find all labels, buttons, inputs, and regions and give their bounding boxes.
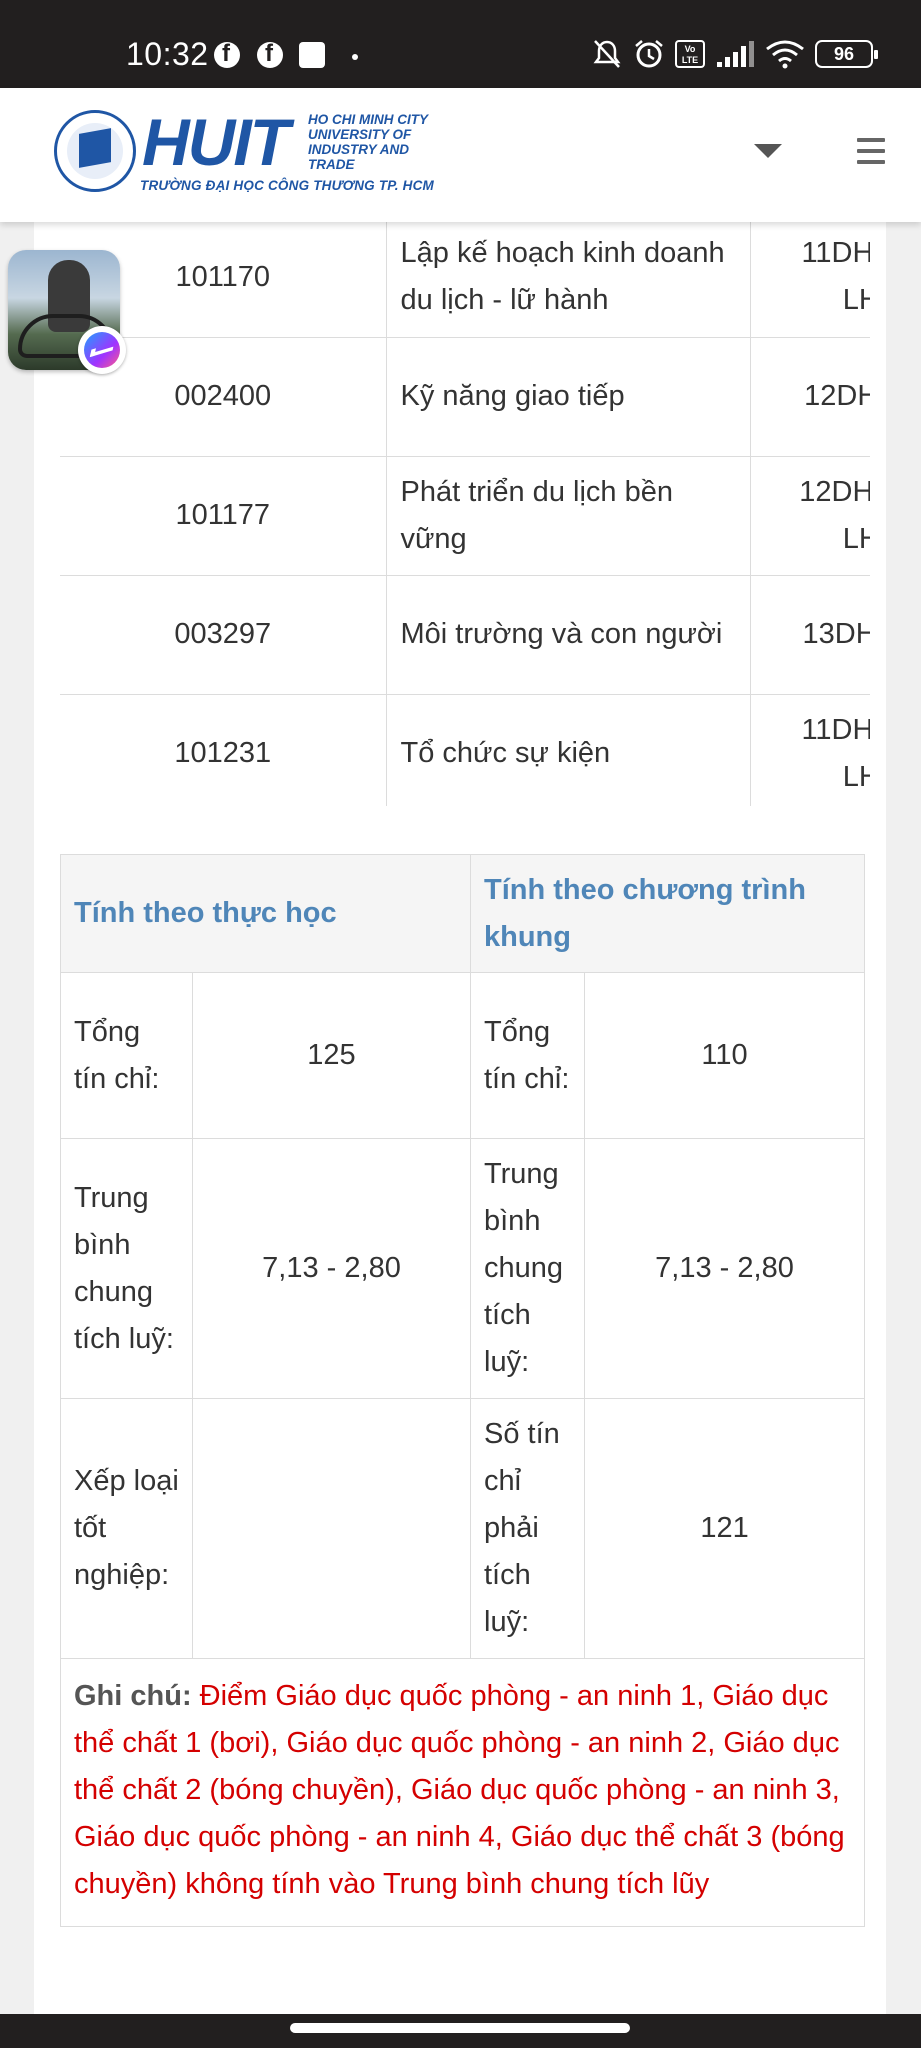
table-row: 101177 Phát triển du lịch bền vững 12DHQ… (60, 456, 870, 576)
dropdown-caret-icon[interactable] (754, 144, 782, 158)
status-time: 10:32 (126, 36, 209, 72)
menu-icon[interactable] (857, 138, 885, 164)
logo-vietnamese-name: TRƯỜNG ĐẠI HỌC CÔNG THƯƠNG TP. HCM (140, 178, 434, 193)
summary-label: Trung bình chung tích luỹ: (470, 1138, 585, 1399)
battery-icon: 96 (815, 40, 878, 68)
table-row: 101170 Lập kế hoạch kinh doanh du lịch -… (60, 222, 870, 338)
table-row: 002400 Kỹ năng giao tiếp 12DHT (60, 337, 870, 457)
svg-text:Vo: Vo (685, 44, 696, 54)
messenger-icon (78, 326, 126, 374)
course-code: 101177 (60, 456, 387, 576)
logo-seal-icon (54, 110, 136, 192)
course-table-wrap[interactable]: 101170 Lập kế hoạch kinh doanh du lịch -… (60, 222, 870, 806)
course-class: 12DHT (750, 337, 870, 457)
course-name: Phát triển du lịch bền vững (386, 456, 751, 576)
summary-label: Trung bình chung tích luỹ: (60, 1138, 193, 1399)
course-table: 101170 Lập kế hoạch kinh doanh du lịch -… (60, 222, 870, 806)
summary-value: 7,13 - 2,80 (583, 1138, 866, 1399)
signal-icon (717, 41, 754, 67)
course-code: 003297 (60, 575, 387, 695)
notification-square-icon (299, 42, 325, 68)
credit-summary-table: Tính theo thực học Tính theo chương trìn… (59, 854, 866, 1927)
note-label: Ghi chú: (74, 1680, 192, 1712)
volte-icon: VoLTE (675, 40, 705, 68)
svg-text:LTE: LTE (682, 55, 698, 65)
facebook-icon (214, 40, 240, 68)
summary-label: Số tín chỉ phải tích luỹ: (470, 1398, 585, 1659)
navigation-bar (0, 2014, 921, 2048)
note-text: Điểm Giáo dục quốc phòng - an ninh 1, Gi… (74, 1680, 845, 1900)
dot-icon (352, 54, 358, 60)
summary-value (192, 1398, 471, 1659)
status-bar: 10:32 VoLTE 96 (0, 0, 921, 88)
home-indicator[interactable] (290, 2023, 630, 2033)
facebook-icon (257, 40, 283, 68)
table-row: 003297 Môi trường và con người 13DHS (60, 575, 870, 695)
course-code: 101231 (60, 694, 387, 806)
course-name: Môi trường và con người (386, 575, 751, 695)
summary-label: Tổng tín chỉ: (470, 972, 585, 1139)
logo-text: HUIT (142, 105, 290, 179)
huit-logo[interactable]: HUIT HO CHI MINH CITY UNIVERSITY OF INDU… (54, 102, 474, 202)
course-name: Lập kế hoạch kinh doanh du lịch - lữ hàn… (386, 222, 751, 338)
content-card: 101170 Lập kế hoạch kinh doanh du lịch -… (34, 222, 886, 2014)
logo-english-name: HO CHI MINH CITY UNIVERSITY OF INDUSTRY … (308, 112, 428, 172)
wifi-icon (766, 40, 804, 69)
summary-label: Tổng tín chỉ: (60, 972, 193, 1139)
course-class: 11DHQLH2 (750, 694, 870, 806)
status-right-icons: Vo LTE 96 (591, 38, 878, 70)
mute-icon (593, 40, 621, 68)
summary-value: 110 (583, 972, 866, 1139)
course-class: 13DHS (750, 575, 870, 695)
course-name: Tổ chức sự kiện (386, 694, 751, 806)
course-name: Kỹ năng giao tiếp (386, 337, 751, 457)
summary-value: 7,13 - 2,80 (192, 1138, 471, 1399)
alarm-icon (635, 40, 663, 68)
curriculum-header: Tính theo chương trình khung (469, 854, 866, 973)
table-row: 101231 Tổ chức sự kiện 11DHQLH2 (60, 694, 870, 806)
course-class: 11DHQLH2 (750, 222, 870, 338)
site-header: HUIT HO CHI MINH CITY UNIVERSITY OF INDU… (0, 88, 921, 222)
actual-study-header: Tính theo thực học (60, 854, 471, 973)
summary-value: 125 (192, 972, 471, 1139)
summary-label: Xếp loại tốt nghiệp: (60, 1398, 193, 1659)
note-cell: Ghi chú: Điểm Giáo dục quốc phòng - an n… (59, 1658, 866, 1927)
summary-value: 121 (583, 1398, 866, 1659)
course-class: 12DHQLH0 (750, 456, 870, 576)
